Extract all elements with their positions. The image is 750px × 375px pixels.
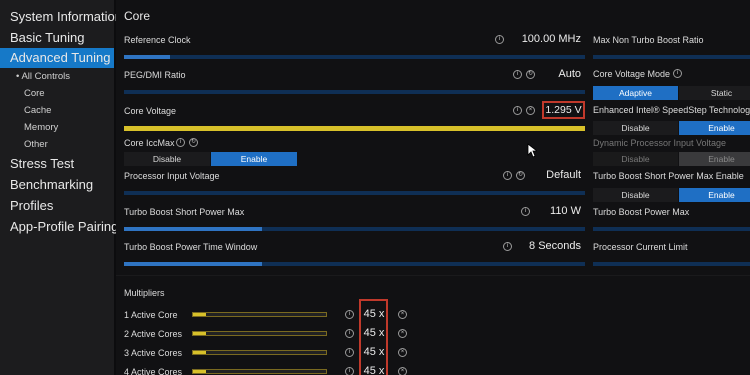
close-icon[interactable]: ×: [526, 106, 535, 115]
speedstep-disable[interactable]: Disable: [593, 121, 678, 135]
peg-dmi-label: PEG/DMI Ratio: [124, 70, 186, 80]
core-voltage-fill: [124, 126, 585, 131]
info-icon[interactable]: i: [345, 329, 354, 338]
current-limit-label: Processor Current Limit: [593, 242, 688, 252]
core-iccmax-enable[interactable]: Enable: [211, 152, 297, 166]
turbo-short-max-slider[interactable]: [124, 227, 585, 231]
turbo-power-max-label: Turbo Boost Power Max: [593, 207, 690, 217]
core-iccmax-label: Core IccMax: [124, 138, 175, 148]
reference-clock-label: Reference Clock: [124, 35, 191, 45]
multiplier-slider[interactable]: [192, 312, 327, 317]
page-title: Core: [124, 9, 151, 23]
info-icon[interactable]: i: [345, 348, 354, 357]
nav-other[interactable]: Other: [24, 139, 48, 150]
multiplier-value: 45 x: [363, 327, 385, 339]
core-voltage-mode-label: Core Voltage Mode: [593, 69, 671, 79]
dynamic-piv-disable: Disable: [593, 152, 678, 166]
speedstep-enable[interactable]: Enable: [679, 121, 750, 135]
nav-system-information[interactable]: System Information: [10, 9, 122, 24]
reference-clock-slider[interactable]: [124, 55, 585, 59]
nav-benchmarking[interactable]: Benchmarking: [10, 177, 93, 192]
nav-profiles[interactable]: Profiles: [10, 198, 53, 213]
max-non-turbo-slider[interactable]: [593, 55, 750, 59]
multiplier-row-label: 3 Active Cores: [124, 348, 183, 358]
multiplier-fill: [193, 351, 207, 354]
reference-clock-value: 100.00 MHz: [521, 33, 581, 45]
info-icon[interactable]: i: [345, 310, 354, 319]
processor-input-voltage-slider[interactable]: [124, 191, 585, 195]
close-icon[interactable]: ×: [398, 310, 407, 319]
turbo-short-enable-label: Turbo Boost Short Power Max Enable: [593, 171, 744, 181]
turbo-time-window-label: Turbo Boost Power Time Window: [124, 242, 258, 252]
speedstep-label: Enhanced Intel® SpeedStep Technology: [593, 105, 750, 115]
nav-basic-tuning[interactable]: Basic Tuning: [10, 30, 84, 45]
nav-core[interactable]: Core: [24, 88, 45, 99]
turbo-time-window-fill: [124, 262, 263, 266]
multiplier-fill: [193, 313, 207, 316]
turbo-time-window-value: 8 Seconds: [529, 240, 581, 252]
multiplier-row-label: 4 Active Cores: [124, 367, 183, 375]
current-limit-slider[interactable]: [593, 262, 750, 266]
core-voltage-value: 1.295 V: [545, 104, 582, 116]
voltage-mode-static[interactable]: Static: [679, 86, 750, 100]
turbo-time-window-slider[interactable]: [124, 262, 585, 266]
multipliers-title: Multipliers: [124, 288, 165, 298]
turbo-short-enable-enable[interactable]: Enable: [679, 188, 750, 202]
multiplier-value: 45 x: [363, 346, 385, 358]
nav-app-profile-pairing[interactable]: App-Profile Pairing: [10, 219, 118, 234]
voltage-mode-adaptive[interactable]: Adaptive: [593, 86, 678, 100]
turbo-short-max-fill: [124, 227, 263, 231]
multiplier-row-label: 1 Active Core: [124, 310, 178, 320]
reference-clock-fill: [124, 55, 171, 59]
dynamic-piv-label: Dynamic Processor Input Voltage: [593, 138, 727, 148]
multiplier-value: 45 x: [363, 365, 385, 375]
multiplier-fill: [193, 370, 207, 373]
core-voltage-label: Core Voltage: [124, 106, 177, 116]
peg-dmi-value: Auto: [558, 68, 581, 80]
mouse-cursor-icon: [527, 143, 537, 158]
multiplier-row-label: 2 Active Cores: [124, 329, 183, 339]
multiplier-fill: [193, 332, 207, 335]
nav-stress-test[interactable]: Stress Test: [10, 156, 74, 171]
max-non-turbo-label: Max Non Turbo Boost Ratio: [593, 35, 704, 45]
info-icon[interactable]: i: [176, 138, 185, 147]
multiplier-slider[interactable]: [192, 350, 327, 355]
main-panel: Core Reference Clock i 100.00 MHz PEG/DM…: [116, 0, 750, 375]
dynamic-piv-enable: Enable: [679, 152, 750, 166]
multiplier-slider[interactable]: [192, 331, 327, 336]
turbo-power-max-slider[interactable]: [593, 227, 750, 231]
turbo-short-max-value: 110 W: [550, 205, 581, 217]
divider: [116, 275, 750, 276]
peg-dmi-slider[interactable]: [124, 90, 585, 94]
multiplier-slider[interactable]: [192, 369, 327, 374]
close-icon[interactable]: ×: [398, 367, 407, 375]
core-voltage-slider[interactable]: [124, 126, 585, 131]
info-icon[interactable]: i: [513, 106, 522, 115]
nav-all-controls[interactable]: • All Controls: [16, 71, 70, 82]
reset-icon[interactable]: ↻: [189, 138, 198, 147]
multiplier-value: 45 x: [363, 308, 385, 320]
nav-cache[interactable]: Cache: [24, 105, 51, 116]
processor-input-voltage-label: Processor Input Voltage: [124, 171, 220, 181]
turbo-short-enable-disable[interactable]: Disable: [593, 188, 678, 202]
nav-advanced-tuning[interactable]: Advanced Tuning: [0, 48, 114, 68]
info-icon[interactable]: i: [673, 69, 682, 78]
close-icon[interactable]: ×: [398, 329, 407, 338]
turbo-short-max-label: Turbo Boost Short Power Max: [124, 207, 245, 217]
nav-memory[interactable]: Memory: [24, 122, 58, 133]
processor-input-voltage-value: Default: [546, 169, 581, 181]
nav-all-controls-label: All Controls: [21, 71, 71, 82]
core-iccmax-disable[interactable]: Disable: [124, 152, 210, 166]
close-icon[interactable]: ×: [398, 348, 407, 357]
sidebar: System Information Basic Tuning Advanced…: [0, 0, 122, 375]
info-icon[interactable]: i: [345, 367, 354, 375]
